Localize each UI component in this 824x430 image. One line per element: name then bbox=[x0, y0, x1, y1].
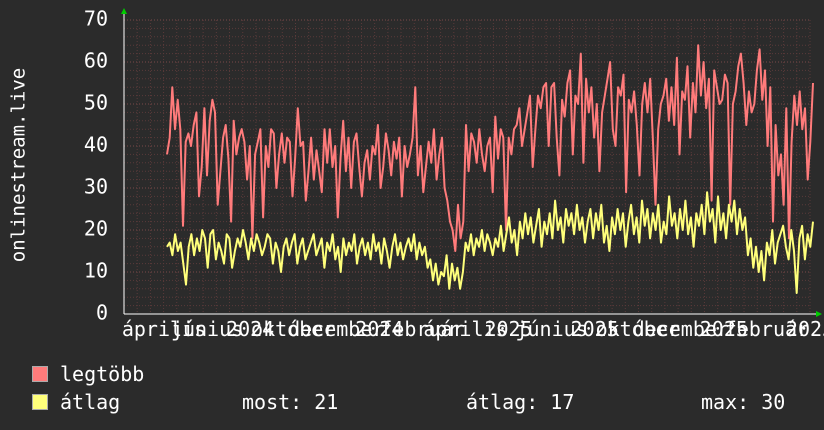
legend-label-max: legtöbb bbox=[60, 362, 145, 386]
stat-current: most: 21 bbox=[242, 390, 339, 414]
stat-average: átlag: 17 bbox=[466, 390, 575, 414]
y-axis-arrow-icon bbox=[121, 8, 127, 14]
y-axis-label: onlinestream.live bbox=[8, 68, 30, 262]
legend-item-average: átlag bbox=[32, 391, 120, 413]
grid bbox=[123, 19, 811, 315]
stat-max: max: 30 bbox=[701, 390, 786, 414]
y-tick-label: 20 bbox=[84, 217, 108, 241]
series-layer bbox=[166, 44, 814, 294]
y-tick-label: 50 bbox=[84, 91, 108, 115]
y-tick-label: 40 bbox=[84, 133, 108, 157]
y-tick-label: 60 bbox=[84, 49, 108, 73]
x-tick-label: 2025 bbox=[786, 317, 824, 341]
legend-swatch-average bbox=[32, 394, 48, 410]
legend-swatch-max bbox=[32, 366, 48, 382]
legend-item-max: legtöbb bbox=[32, 363, 144, 385]
y-tick-label: 70 bbox=[84, 7, 108, 31]
y-tick-label: 0 bbox=[96, 301, 108, 325]
y-tick-label: 30 bbox=[84, 175, 108, 199]
y-axis-ticks: 0 10 20 30 40 50 60 70 bbox=[84, 7, 108, 325]
legend-label-average: átlag bbox=[60, 390, 121, 414]
x-axis-ticks: áprilisjúnius2024októberdecember2024febr… bbox=[122, 317, 824, 341]
y-tick-label: 10 bbox=[84, 259, 108, 283]
